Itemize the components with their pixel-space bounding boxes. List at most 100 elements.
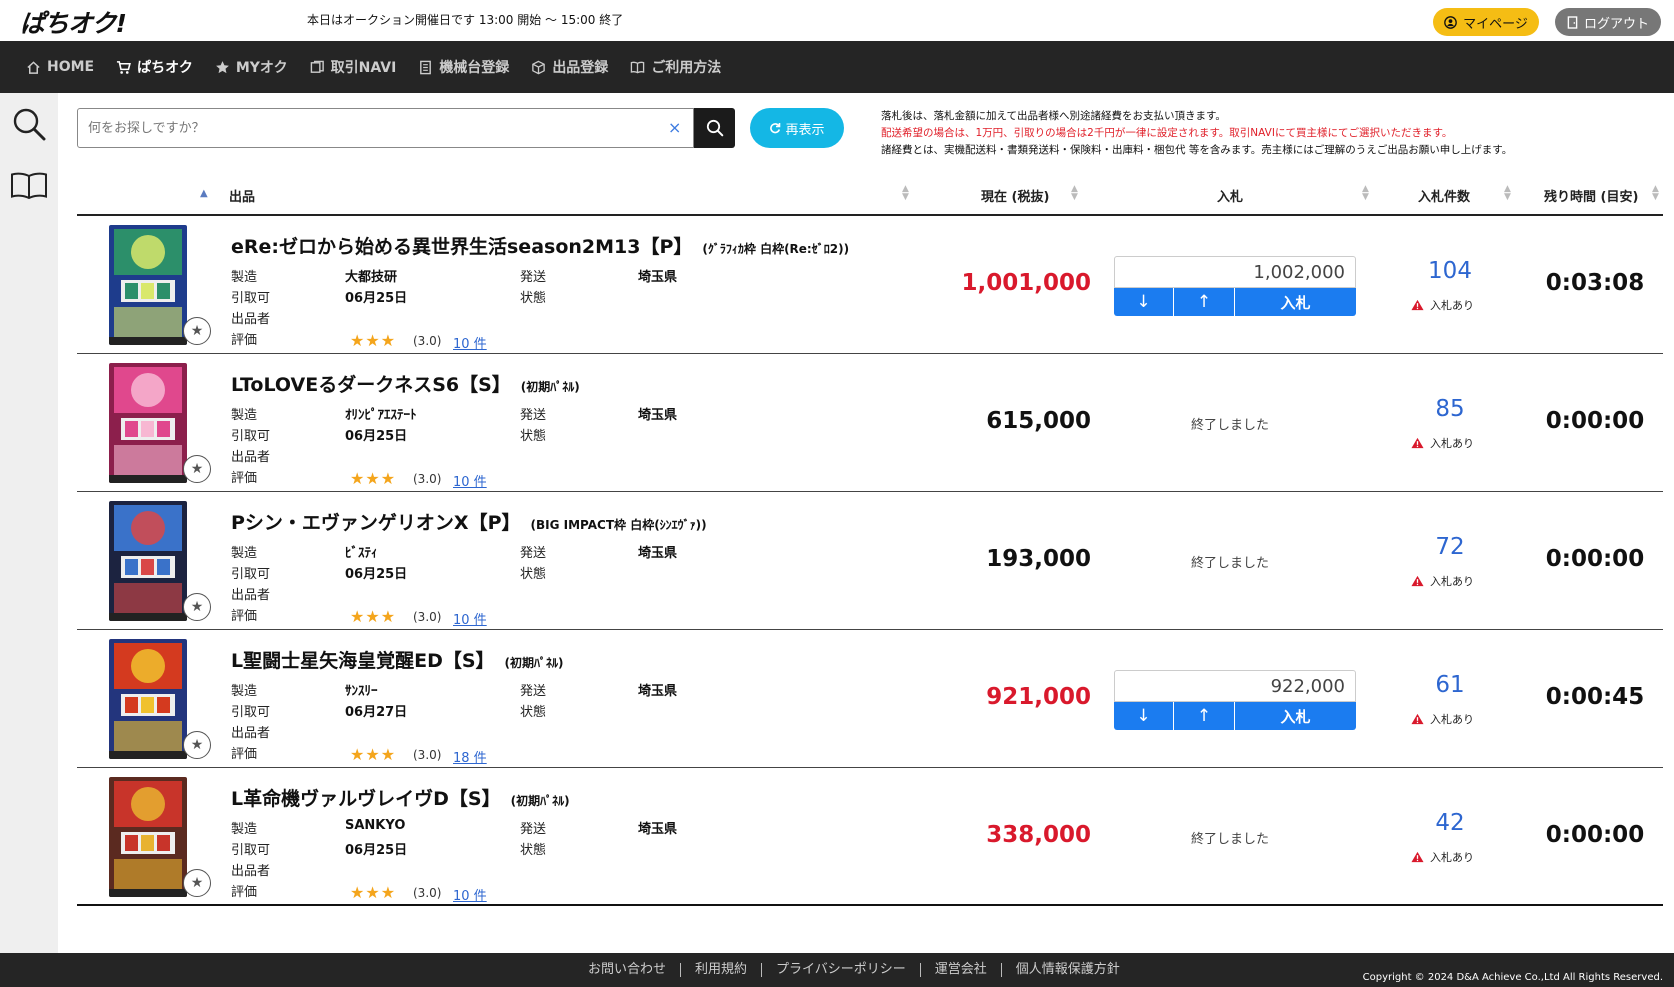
bid-submit-button[interactable]: 入札 — [1235, 288, 1356, 316]
nav-item-how-to-use[interactable]: ご利用方法 — [630, 57, 721, 77]
col-time[interactable]: 残り時間 (目安) — [1544, 186, 1638, 205]
bid-count-link[interactable]: 61 — [1377, 672, 1523, 698]
nav-item-listing-register[interactable]: 出品登録 — [531, 57, 608, 77]
book-icon[interactable] — [10, 167, 48, 205]
star-icon: ★ — [190, 323, 204, 339]
current-price: 615,000 — [986, 408, 1091, 434]
sort-icon[interactable]: ▲ ▼ — [1071, 185, 1078, 202]
value-ship: 埼玉県 — [638, 408, 678, 423]
machine-thumbnail[interactable] — [109, 501, 187, 621]
nav-item-torihiki-navi[interactable]: 取引NAVI — [310, 57, 396, 77]
listing-title[interactable]: L聖闘士星矢海皇覚醒ED【S】 (初期ﾊﾟﾈﾙ) — [231, 646, 564, 673]
mypage-button[interactable]: マイページ — [1433, 8, 1539, 36]
col-item[interactable]: 出品 — [229, 186, 255, 205]
time-remaining: 0:00:45 — [1545, 684, 1645, 710]
auction-ended-text: 終了しました — [1191, 556, 1270, 571]
col-count[interactable]: 入札件数 — [1418, 186, 1470, 205]
search-button[interactable] — [694, 108, 735, 148]
sort-asc-icon[interactable]: ▲ — [200, 188, 208, 199]
footer-link-privacy[interactable]: プライバシーポリシー — [762, 963, 921, 977]
warning-icon — [1411, 437, 1424, 449]
listing-title[interactable]: L革命機ヴァルヴレイヴD【S】 (初期ﾊﾟﾈﾙ) — [231, 784, 570, 811]
col-price[interactable]: 現在 (税抜) — [981, 186, 1049, 205]
review-count-link[interactable]: 10 件 — [453, 333, 487, 352]
nav-item-pachioku[interactable]: ぱちオク — [116, 57, 193, 77]
value-ship: 埼玉県 — [638, 684, 678, 699]
bid-submit-button[interactable]: 入札 — [1235, 702, 1356, 730]
bid-increase-button[interactable]: ↑ — [1174, 288, 1235, 316]
label-pickup: 引取可 — [231, 843, 271, 858]
nav-item-machine-register[interactable]: 機械台登録 — [418, 57, 509, 77]
label-ship: 発送 — [520, 822, 547, 837]
refresh-button[interactable]: 再表示 — [750, 108, 844, 148]
table-row: ★ L聖闘士星矢海皇覚醒ED【S】 (初期ﾊﾟﾈﾙ) 製造 ｻﾝｽﾘｰ 発送 埼玉… — [77, 630, 1663, 768]
sort-icon[interactable]: ▲ ▼ — [902, 185, 909, 202]
machine-thumbnail[interactable] — [109, 363, 187, 483]
table-row: ★ Pシン・エヴァンゲリオンX【P】 (BIG IMPACT枠 白枠(ｼﾝｴｳﾞｧ… — [77, 492, 1663, 630]
bid-form: ↓ ↑ 入札 — [1114, 670, 1356, 730]
footer-link-company[interactable]: 運営会社 — [921, 963, 1002, 977]
bid-count-link[interactable]: 104 — [1377, 258, 1523, 284]
cart-icon — [117, 60, 132, 74]
listing-title-text: eRe:ゼロから始める異世界生活season2M13【P】 — [231, 236, 693, 258]
machine-thumbnail[interactable] — [109, 639, 187, 759]
search-input[interactable] — [88, 109, 648, 147]
table-row: ★ L革命機ヴァルヴレイヴD【S】 (初期ﾊﾟﾈﾙ) 製造 SANKYO 発送 埼… — [77, 768, 1663, 906]
bid-count-link[interactable]: 85 — [1377, 396, 1523, 422]
favorite-star-button[interactable]: ★ — [183, 731, 211, 759]
door-icon — [1567, 15, 1578, 29]
bid-decrease-button[interactable]: ↓ — [1114, 288, 1174, 316]
bid-count-link[interactable]: 42 — [1377, 810, 1523, 836]
sort-icon[interactable]: ▲ ▼ — [1504, 185, 1511, 202]
logout-button[interactable]: ログアウト — [1555, 8, 1661, 36]
favorite-star-button[interactable]: ★ — [183, 593, 211, 621]
search-clear-button[interactable]: × — [668, 118, 681, 137]
review-count-link[interactable]: 10 件 — [453, 471, 487, 490]
nav-item-home[interactable]: HOME — [26, 59, 94, 75]
notice-line-warning: 配送希望の場合は、1万円、引取りの場合は2千円が一律に設定されます。取引NAVI… — [881, 127, 1453, 139]
review-count-link[interactable]: 10 件 — [453, 885, 487, 904]
star-icon: ★ — [190, 461, 204, 477]
sort-icon[interactable]: ▲ ▼ — [1652, 185, 1659, 202]
nav-label: 出品登録 — [552, 60, 609, 76]
sort-icon[interactable]: ▲ ▼ — [1362, 185, 1369, 202]
bid-amount-input[interactable] — [1114, 670, 1356, 702]
bid-count-link[interactable]: 72 — [1377, 534, 1523, 560]
review-count-link[interactable]: 18 件 — [453, 747, 487, 766]
site-logo[interactable]: ぱちオク! — [20, 4, 127, 40]
favorite-star-button[interactable]: ★ — [183, 455, 211, 483]
col-bid[interactable]: 入札 — [1217, 186, 1243, 205]
listing-title-text: L聖闘士星矢海皇覚醒ED【S】 — [231, 650, 495, 672]
bid-increase-button[interactable]: ↑ — [1174, 702, 1235, 730]
nav-item-myoku[interactable]: MYオク — [215, 57, 288, 77]
listing-title[interactable]: LToLOVEるダークネスS6【S】 (初期ﾊﾟﾈﾙ) — [231, 370, 580, 397]
favorite-star-button[interactable]: ★ — [183, 317, 211, 345]
user-circle-icon — [1444, 15, 1457, 29]
label-rating: 評価 — [231, 609, 258, 624]
machine-thumbnail[interactable] — [109, 225, 187, 345]
bid-form: ↓ ↑ 入札 — [1114, 256, 1356, 316]
notice-line: 落札後は、落札金額に加えて出品者様へ別途諸経費をお支払い頂きます。 — [881, 110, 1226, 122]
listing-subtitle: (ｸﾞﾗﾌｨｶ枠 白枠(Re:ｾﾞﾛ2)) — [702, 242, 850, 256]
footer-link-personal-info[interactable]: 個人情報保護方針 — [1002, 963, 1134, 977]
footer-link-terms[interactable]: 利用規約 — [681, 963, 763, 977]
current-price: 193,000 — [986, 546, 1091, 572]
search-box: × — [77, 108, 694, 148]
label-seller: 出品者 — [231, 588, 271, 603]
label-maker: 製造 — [231, 822, 258, 837]
listing-title[interactable]: Pシン・エヴァンゲリオンX【P】 (BIG IMPACT枠 白枠(ｼﾝｴｳﾞｧ)) — [231, 508, 707, 535]
table-header: ▲ 出品 ▲ ▼ 現在 (税抜) ▲ ▼ 入札 ▲ ▼ 入札件数 ▲ ▼ 残り時間 (目… — [77, 176, 1663, 216]
label-maker: 製造 — [231, 408, 258, 423]
current-price: 338,000 — [986, 822, 1091, 848]
footer-link-contact[interactable]: お問い合わせ — [574, 963, 682, 977]
bid-decrease-button[interactable]: ↓ — [1114, 702, 1174, 730]
rating-score: (3.0) — [413, 472, 442, 486]
auction-ended-text: 終了しました — [1191, 832, 1270, 847]
review-count-link[interactable]: 10 件 — [453, 609, 487, 628]
search-icon[interactable] — [10, 105, 48, 143]
bid-amount-input[interactable] — [1114, 256, 1356, 288]
favorite-star-button[interactable]: ★ — [183, 869, 211, 897]
listing-title[interactable]: eRe:ゼロから始める異世界生活season2M13【P】 (ｸﾞﾗﾌｨｶ枠 白枠… — [231, 232, 849, 259]
notice-line: 諸経費とは、実機配送料・書類発送料・保険料・出庫料・梱包代 等を含みます。売主様… — [881, 144, 1513, 156]
machine-thumbnail[interactable] — [109, 777, 187, 897]
